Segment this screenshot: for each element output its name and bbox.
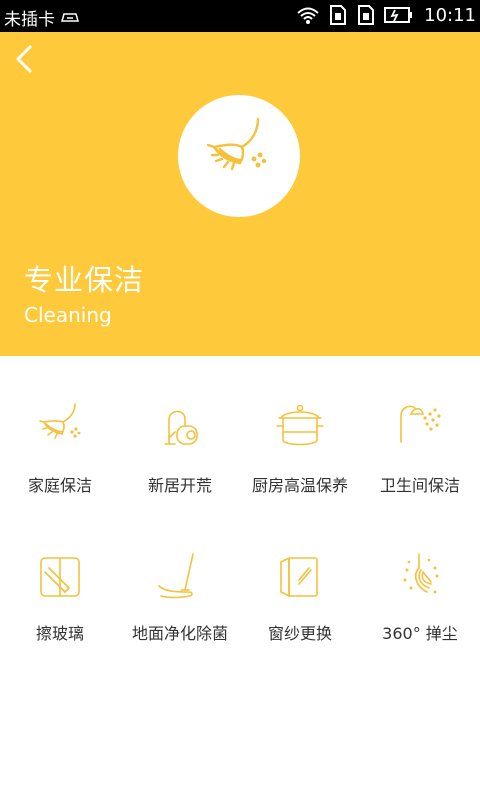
- service-label: 新居开荒: [147, 476, 212, 495]
- back-arrow-icon[interactable]: [10, 44, 40, 74]
- hero-header: 专业保洁 Cleaning: [0, 32, 480, 389]
- carrier-label: 未插卡: [4, 10, 55, 30]
- service-item-glass[interactable]: 擦玻璃: [0, 552, 120, 652]
- service-item-bathroom[interactable]: 卫生间保洁: [360, 400, 480, 500]
- wifi-icon: [297, 7, 319, 24]
- mop-icon: [158, 553, 194, 599]
- service-item-floor[interactable]: 地面净化除菌: [120, 552, 240, 652]
- broom-icon: [39, 403, 81, 439]
- service-label: 擦玻璃: [35, 624, 84, 643]
- battery-icon: [384, 7, 413, 23]
- service-label: 窗纱更换: [267, 624, 332, 643]
- duster-icon: [403, 553, 439, 594]
- window-wiper-icon: [40, 557, 80, 597]
- status-bar: 未插卡 10:11: [0, 0, 480, 32]
- service-item-dusting[interactable]: 360° 掸尘: [360, 552, 480, 652]
- broom-icon: [206, 117, 267, 171]
- service-item-kitchen[interactable]: 厨房高温保养: [240, 400, 360, 500]
- sim-icon: [61, 13, 79, 22]
- sim-slot-2-icon: [358, 5, 375, 25]
- service-label: 厨房高温保养: [251, 476, 348, 495]
- service-item-window-screen[interactable]: 窗纱更换: [240, 552, 360, 652]
- hero-pointer: [223, 373, 253, 389]
- window-screen-icon: [280, 556, 318, 598]
- page-subtitle: Cleaning: [24, 303, 112, 327]
- clock: 10:11: [424, 4, 476, 26]
- shower-icon: [400, 405, 441, 443]
- service-item-new-home[interactable]: 新居开荒: [120, 400, 240, 500]
- pot-icon: [276, 404, 324, 446]
- service-label: 家庭保洁: [27, 476, 92, 495]
- sim-slot-1-icon: [330, 5, 347, 25]
- service-label: 地面净化除菌: [131, 624, 228, 643]
- vacuum-icon: [164, 410, 198, 445]
- service-item-home-cleaning[interactable]: 家庭保洁: [0, 400, 120, 500]
- service-label: 360° 掸尘: [382, 624, 458, 643]
- hero-icon-circle: [178, 95, 300, 217]
- page-title: 专业保洁: [24, 263, 145, 297]
- service-label: 卫生间保洁: [379, 476, 460, 495]
